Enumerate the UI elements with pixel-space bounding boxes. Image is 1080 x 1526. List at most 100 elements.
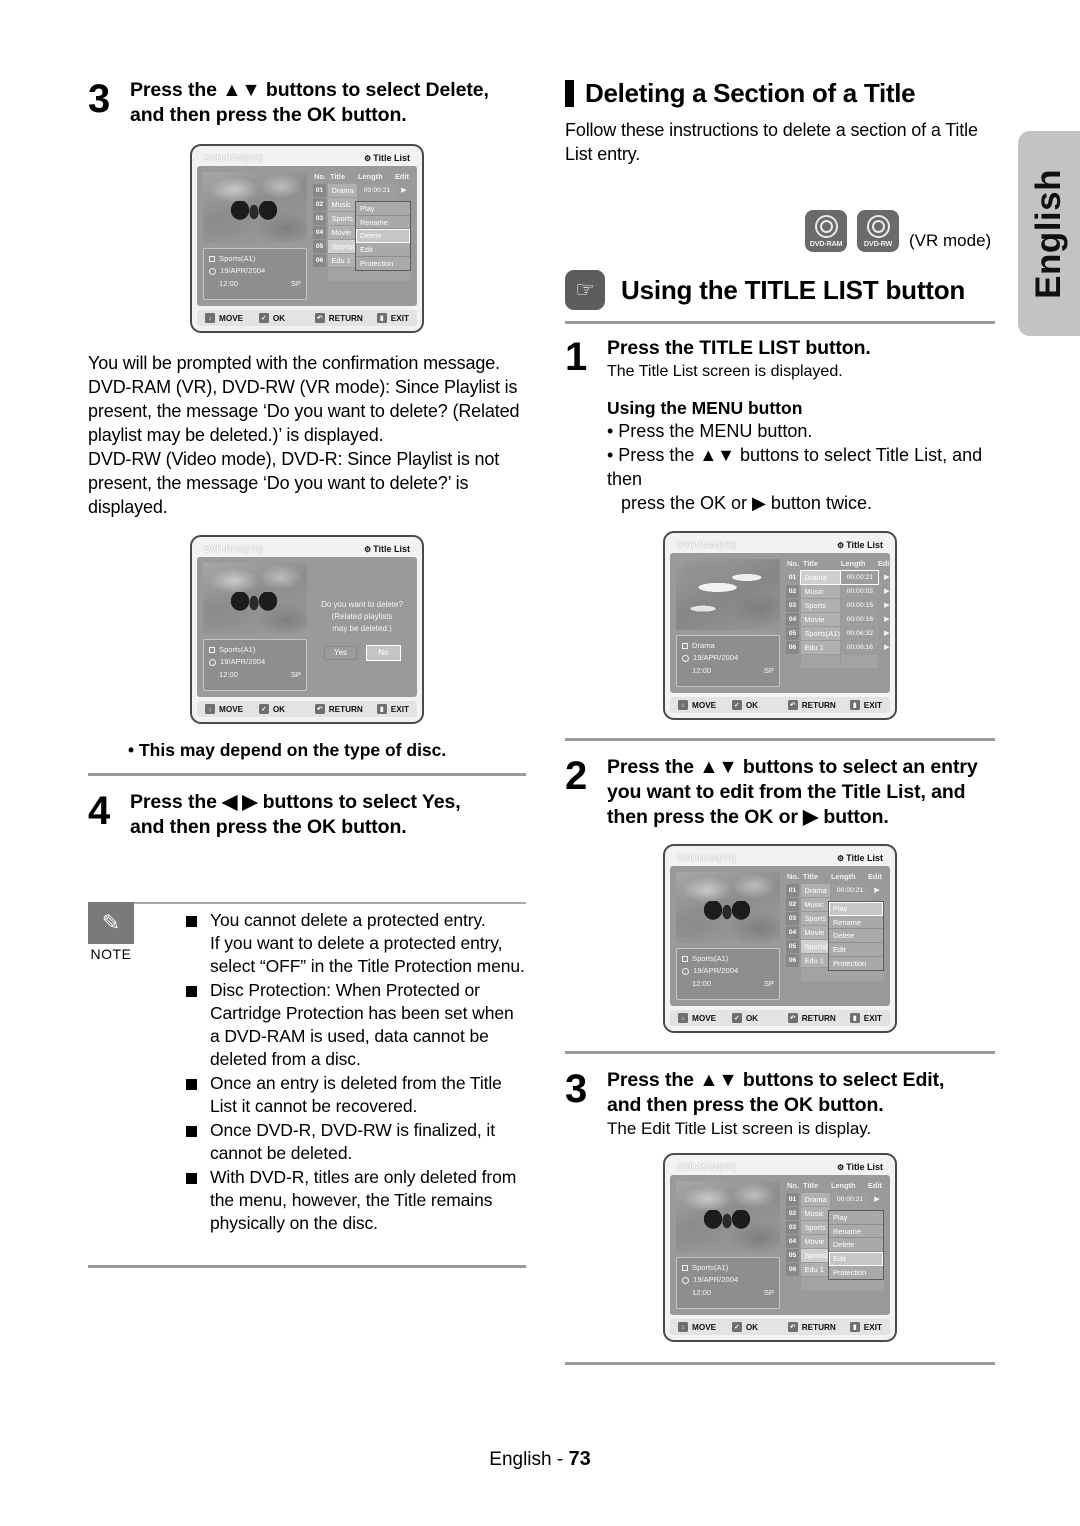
popup-menu-item[interactable]: Edit <box>829 943 883 957</box>
edit-popup-menu: Play Rename Delete Edit Protection <box>828 901 884 972</box>
row-edit-arrow-icon[interactable]: ▶ <box>870 1193 884 1206</box>
footer-key-move[interactable]: ↕ MOVE <box>205 704 243 714</box>
table-row[interactable]: 04 Movie 00:00:16 ▶ <box>786 613 894 626</box>
screen-header: DVD-RAM(VR) ⚙ Title List <box>197 151 417 166</box>
table-row[interactable]: 03 Sports 00:00:15 ▶ <box>786 599 894 612</box>
info-name: Sports(A1) <box>692 954 729 963</box>
manual-page: English 3 Press the ▲▼ buttons to select… <box>0 0 1080 1526</box>
title-rows: 01Drama00:00:21▶02Music00:00:03▶03Sports… <box>786 570 894 668</box>
row-edit-arrow-icon[interactable]: ▶ <box>880 613 894 626</box>
popup-menu-item[interactable]: Protection <box>829 957 883 971</box>
right-step-2: 2 Press the ▲▼ buttons to select an entr… <box>565 755 995 830</box>
left-step-4: 4 Press the ◀ ▶ buttons to select Yes, a… <box>88 790 526 840</box>
heading-bar-icon <box>565 80 574 107</box>
move-key-icon: ↕ <box>205 313 215 323</box>
popup-menu-item[interactable]: Rename <box>356 216 410 230</box>
footer-key-return[interactable]: ↶ RETURN <box>314 704 363 714</box>
left-step-3: 3 Press the ▲▼ buttons to select Delete,… <box>88 78 526 128</box>
footer-key-ok[interactable]: ✓ OK <box>731 1013 758 1023</box>
row-number: 05 <box>786 627 799 640</box>
vr-mode-label: (VR mode) <box>909 231 992 250</box>
popup-menu-item[interactable]: Protection <box>829 1266 883 1280</box>
table-row[interactable]: 01 Drama 00:00:21 ▶ <box>786 570 894 585</box>
col-header-edit: Edit <box>395 172 409 181</box>
footer-key-return[interactable]: ↶ RETURN <box>787 1322 836 1332</box>
info-time: 12:00 <box>219 279 239 288</box>
confirm-line-1: Do you want to delete? <box>321 599 403 609</box>
note-line: Disc Protection: When Protected or Cartr… <box>210 980 514 1069</box>
footer-key-return[interactable]: ↶ RETURN <box>787 700 836 710</box>
footer-key-move[interactable]: ↕ MOVE <box>678 1013 716 1023</box>
confirm-yes-button[interactable]: Yes <box>324 645 357 660</box>
right-step-1-number: 1 <box>565 335 588 379</box>
popup-menu-item[interactable]: Rename <box>829 1225 883 1239</box>
screen-title-list-label: ⚙ Title List <box>836 540 883 550</box>
row-edit-arrow-icon[interactable]: ▶ <box>880 627 894 640</box>
footer-key-exit[interactable]: ▮ EXIT <box>849 1013 882 1023</box>
popup-menu-item[interactable]: Delete <box>829 1238 883 1253</box>
row-number: 02 <box>786 585 799 598</box>
popup-menu-item[interactable]: Play <box>829 1211 883 1225</box>
clock-icon <box>682 654 689 662</box>
row-edit-arrow-icon[interactable]: ▶ <box>397 184 411 197</box>
table-row-empty <box>786 655 894 668</box>
footer-key-ok[interactable]: ✓ OK <box>731 700 758 710</box>
popup-menu-item[interactable]: Delete <box>829 929 883 944</box>
table-row[interactable]: 01 Drama 00:00:21 ▶ <box>786 884 884 897</box>
info-name: Sports(A1) <box>219 645 256 654</box>
left-step-3-number: 3 <box>88 77 111 121</box>
gear-icon: ⚙ <box>363 154 372 163</box>
table-row[interactable]: 01 Drama 00:00:21 ▶ <box>786 1193 884 1206</box>
table-row[interactable]: 05 Sports(A1) 00:06:32 ▶ <box>786 627 894 640</box>
footer-key-ok[interactable]: ✓ OK <box>258 704 285 714</box>
footer-key-ok[interactable]: ✓ OK <box>258 313 285 323</box>
menu-block-heading: Using the MENU button <box>607 398 803 418</box>
footer-key-label: EXIT <box>863 700 882 710</box>
row-edit-arrow-icon[interactable]: ▶ <box>880 571 894 584</box>
footer-key-return[interactable]: ↶ RETURN <box>787 1013 836 1023</box>
footer-key-exit[interactable]: ▮ EXIT <box>849 700 882 710</box>
popup-menu-item[interactable]: Edit <box>829 1252 883 1266</box>
footer-key-label: EXIT <box>863 1013 882 1023</box>
dvd-ram-label: DVD-RAM <box>809 238 843 248</box>
col-header-no: No. <box>314 172 326 181</box>
info-time: 12:00 <box>219 670 239 679</box>
popup-menu-item[interactable]: Delete <box>356 229 410 244</box>
row-length: 00:00:03 <box>841 585 879 598</box>
footer-key-return[interactable]: ↶ RETURN <box>314 313 363 323</box>
footer-key-exit[interactable]: ▮ EXIT <box>376 704 409 714</box>
row-edit-arrow-icon[interactable]: ▶ <box>880 599 894 612</box>
gear-icon: ⚙ <box>363 545 372 554</box>
menu-block-bullet-3: press the OK or ▶ button twice. <box>621 493 872 513</box>
info-date: 19/APR/2004 <box>693 966 739 975</box>
table-row[interactable]: 02Music00:00:03▶ <box>786 585 894 598</box>
popup-menu-item[interactable]: Play <box>356 202 410 216</box>
row-number: 06 <box>786 641 799 654</box>
footer-key-ok[interactable]: ✓ OK <box>731 1322 758 1332</box>
footer-key-move[interactable]: ↕ MOVE <box>205 313 243 323</box>
title-icon <box>209 256 215 262</box>
screen-title-list-label: ⚙ Title List <box>363 544 410 554</box>
popup-menu-item[interactable]: Play <box>829 902 883 916</box>
row-edit-arrow-icon[interactable]: ▶ <box>870 884 884 897</box>
table-row[interactable]: 06 Edu 1 00:08:16 ▶ <box>786 641 894 654</box>
footer-key-exit[interactable]: ▮ EXIT <box>376 313 409 323</box>
info-mode: SP <box>290 279 301 288</box>
popup-menu-item[interactable]: Protection <box>356 257 410 271</box>
row-number: 02 <box>786 898 799 911</box>
popup-menu-item[interactable]: Rename <box>829 916 883 930</box>
clock-icon <box>682 1276 689 1284</box>
info-date: 19/APR/2004 <box>220 657 266 666</box>
row-edit-arrow-icon[interactable]: ▶ <box>880 641 894 654</box>
row-edit-arrow-icon[interactable]: ▶ <box>880 585 894 598</box>
table-row[interactable]: 01 Drama 00:00:21 ▶ <box>313 184 411 197</box>
footer-key-move[interactable]: ↕ MOVE <box>678 700 716 710</box>
confirm-no-button[interactable]: No <box>366 644 401 661</box>
row-length: 00:08:16 <box>841 641 879 654</box>
footer-key-move[interactable]: ↕ MOVE <box>678 1322 716 1332</box>
col-header-length: Length <box>840 559 866 568</box>
footer-key-exit[interactable]: ▮ EXIT <box>849 1322 882 1332</box>
clock-icon <box>209 658 216 666</box>
popup-menu-item[interactable]: Edit <box>356 243 410 257</box>
left-step-4-line1: Press the ◀ ▶ buttons to select Yes, <box>130 791 461 813</box>
